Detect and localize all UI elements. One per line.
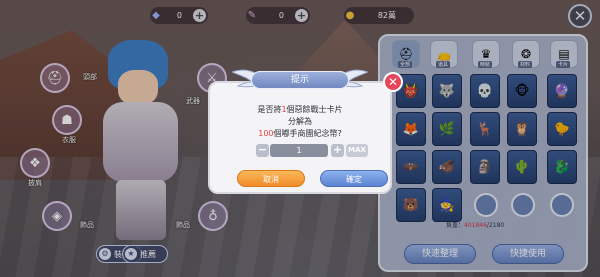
message-reward-name: 個嘟手商團紀念幣? — [273, 129, 342, 138]
dialog-message-line2: 分解為 — [288, 117, 312, 126]
dialog-message-line3: 100個嘟手商團紀念幣? — [208, 128, 392, 139]
decrease-quantity-button[interactable]: − — [256, 144, 269, 157]
dialog-close-icon[interactable]: ✕ — [383, 72, 403, 92]
quantity-input[interactable]: 1 — [270, 144, 328, 157]
confirm-button[interactable]: 確定 — [320, 170, 388, 187]
cancel-button[interactable]: 取消 — [237, 170, 305, 187]
message-prefix: 是否將 — [257, 105, 282, 114]
max-quantity-button[interactable]: MAX — [346, 144, 368, 157]
dialog-title: 提示 — [251, 71, 349, 89]
message-reward-count: 100 — [258, 129, 274, 138]
dialog-message-line1: 是否將1個惡餘戰士卡片 — [208, 104, 392, 115]
increase-quantity-button[interactable]: + — [331, 144, 344, 157]
message-card-name: 個惡餘戰士卡片 — [286, 105, 343, 114]
